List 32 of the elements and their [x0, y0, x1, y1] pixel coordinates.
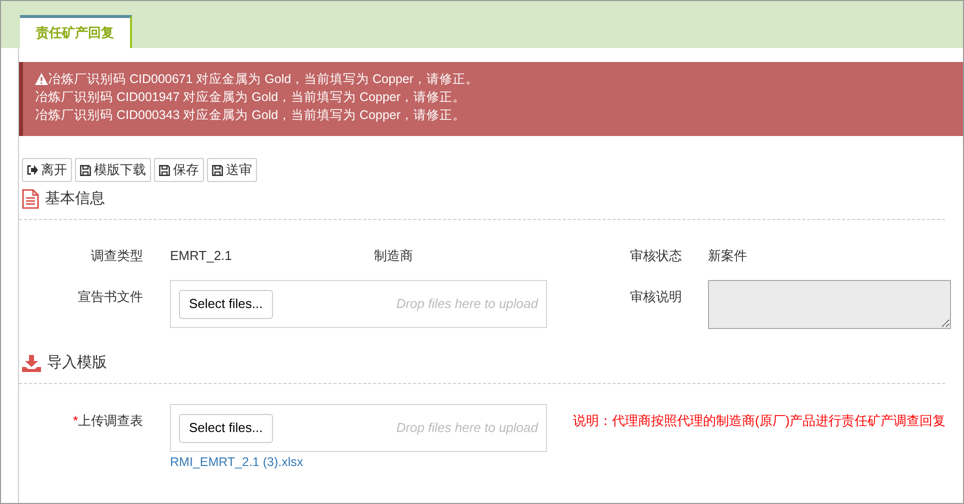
save-icon	[212, 164, 223, 176]
field-label: 宣告书文件	[77, 288, 143, 306]
upload-dropzone[interactable]: Select files... Drop files here to upload	[170, 280, 547, 328]
field-label: 制造商	[374, 247, 414, 265]
upload-dropzone[interactable]: Select files... Drop files here to upload	[170, 404, 547, 452]
toolbar-button[interactable]: 送审	[207, 158, 257, 182]
save-icon	[80, 164, 91, 176]
section-title: 基本信息	[45, 188, 105, 209]
exit-icon	[27, 165, 38, 175]
toolbar-button[interactable]: 离开	[22, 158, 72, 182]
upload-placeholder: Drop files here to upload	[396, 419, 538, 438]
field-value: EMRT_2.1	[170, 247, 233, 265]
download-icon	[22, 354, 41, 372]
toolbar-button[interactable]: 模版下载	[75, 158, 151, 182]
save-icon	[159, 164, 170, 176]
note-text: 说明：代理商按照代理的制造商(原厂)产品进行责任矿产调查回复	[573, 412, 946, 430]
upload-placeholder: Drop files here to upload	[396, 295, 538, 314]
field-label: *上传调查表	[72, 412, 143, 430]
field-label: 审核说明	[629, 288, 682, 306]
alert-message: 冶炼厂识别码 CID000671 对应金属为 Gold，当前填写为 Copper，请修正。	[48, 71, 479, 88]
select-files-button[interactable]: Select files...	[179, 414, 273, 442]
alert-message: 冶炼厂识别码 CID000343 对应金属为 Gold，当前填写为 Copper，请修正。	[35, 107, 466, 124]
file-link[interactable]: RMI_EMRT_2.1 (3).xlsx	[170, 453, 547, 472]
alert-message: 冶炼厂识别码 CID001947 对应金属为 Gold，当前填写为 Copper，请修正。	[35, 89, 466, 106]
warning-icon	[35, 73, 48, 85]
field-value: 新案件	[708, 247, 747, 265]
field-label: 调查类型	[90, 247, 143, 265]
field-label: 审核状态	[629, 247, 682, 265]
toolbar-button[interactable]: 保存	[154, 158, 204, 182]
document-icon	[22, 189, 39, 209]
section-title: 导入模版	[47, 352, 107, 373]
select-files-button[interactable]: Select files...	[179, 290, 273, 318]
